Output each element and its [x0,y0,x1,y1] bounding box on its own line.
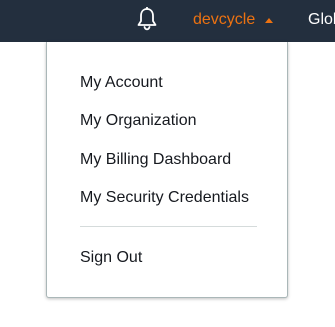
bell-icon[interactable] [136,7,158,31]
menu-item-my-billing-dashboard[interactable]: My Billing Dashboard [80,150,231,170]
top-navigation-bar: devcycle Global [0,0,335,42]
sign-out-button[interactable]: Sign Out [80,248,142,268]
account-menu-toggle[interactable]: devcycle [193,10,274,30]
region-selector[interactable]: Global [308,10,335,30]
menu-item-my-account[interactable]: My Account [80,73,163,93]
menu-item-my-security-credentials[interactable]: My Security Credentials [80,188,249,208]
caret-up-icon [265,17,274,23]
account-name: devcycle [193,11,256,28]
menu-divider [80,226,257,227]
account-dropdown-menu: My Account My Organization My Billing Da… [46,42,288,298]
menu-item-my-organization[interactable]: My Organization [80,111,197,131]
